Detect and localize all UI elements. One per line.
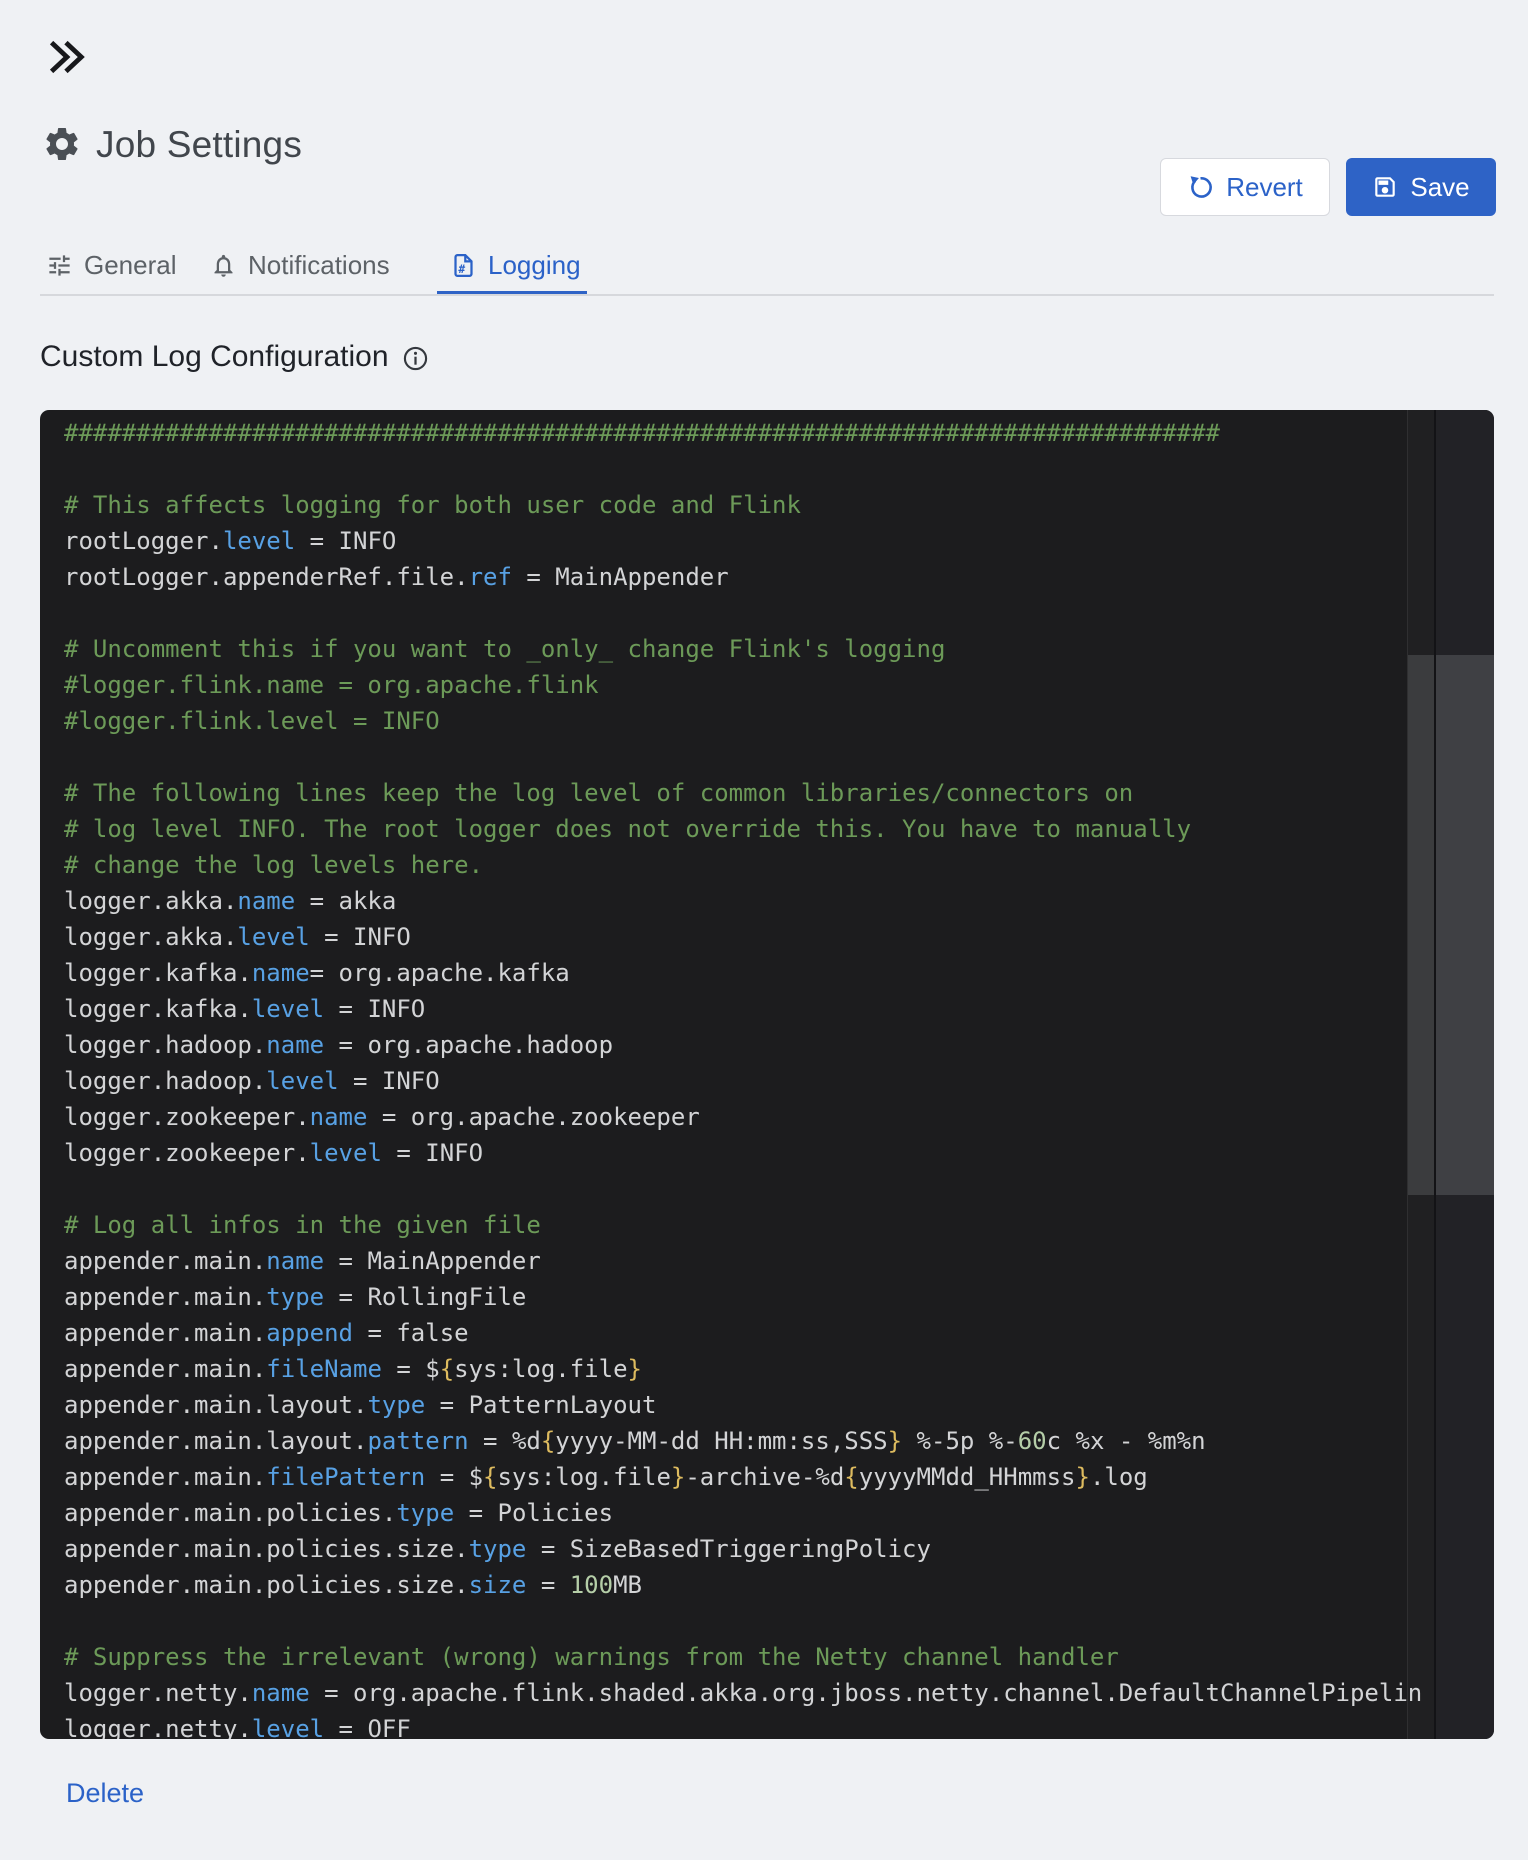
editor-inner-scrollbar[interactable] (1407, 410, 1435, 1739)
code-line: logger.zookeeper.level = INFO (64, 1135, 1422, 1171)
code-line: rootLogger.level = INFO (64, 523, 1422, 559)
code-line: rootLogger.appenderRef.file.ref = MainAp… (64, 559, 1422, 595)
svg-text:#: # (458, 262, 465, 275)
code-line: # This affects logging for both user cod… (64, 487, 1422, 523)
code-line: # change the log levels here. (64, 847, 1422, 883)
code-line: appender.main.layout.pattern = %d{yyyy-M… (64, 1423, 1422, 1459)
undo-icon (1187, 174, 1214, 201)
code-line (64, 739, 1422, 775)
code-lines: ########################################… (64, 415, 1422, 1739)
code-line: ########################################… (64, 415, 1422, 451)
job-settings-page: Job Settings Revert Save General Notific… (0, 0, 1528, 1860)
floppy-disk-icon (1372, 174, 1398, 200)
code-line: appender.main.policies.size.size = 100MB (64, 1567, 1422, 1603)
code-line: #logger.flink.level = INFO (64, 703, 1422, 739)
bell-icon (210, 252, 237, 279)
tab-notifications-label: Notifications (248, 250, 390, 281)
revert-label: Revert (1226, 172, 1303, 203)
code-line: appender.main.fileName = ${sys:log.file} (64, 1351, 1422, 1387)
code-line: appender.main.policies.size.type = SizeB… (64, 1531, 1422, 1567)
tune-sliders-icon (46, 252, 73, 279)
page-title: Job Settings (96, 124, 302, 166)
code-line: logger.kafka.name= org.apache.kafka (64, 955, 1422, 991)
tab-notifications[interactable]: Notifications (210, 248, 390, 282)
double-chevron-right-icon[interactable] (42, 34, 88, 80)
code-line: logger.akka.level = INFO (64, 919, 1422, 955)
code-line: appender.main.filePattern = ${sys:log.fi… (64, 1459, 1422, 1495)
delete-link[interactable]: Delete (66, 1778, 144, 1809)
scrollbar-thumb[interactable] (1436, 655, 1494, 1195)
log-config-editor[interactable]: ########################################… (40, 410, 1494, 1739)
code-line: #logger.flink.name = org.apache.flink (64, 667, 1422, 703)
code-line: # Uncomment this if you want to _only_ c… (64, 631, 1422, 667)
code-line: logger.kafka.level = INFO (64, 991, 1422, 1027)
save-button[interactable]: Save (1346, 158, 1496, 216)
tab-logging[interactable]: # Logging (450, 248, 581, 282)
scrollbar-thumb[interactable] (1408, 655, 1435, 1195)
code-line: logger.hadoop.level = INFO (64, 1063, 1422, 1099)
code-line: appender.main.policies.type = Policies (64, 1495, 1422, 1531)
tab-logging-label: Logging (488, 250, 581, 281)
code-line: appender.main.layout.type = PatternLayou… (64, 1387, 1422, 1423)
code-line (64, 1171, 1422, 1207)
code-line: appender.main.type = RollingFile (64, 1279, 1422, 1315)
editor-outer-scrollbar[interactable] (1434, 410, 1494, 1739)
code-line: # Log all infos in the given file (64, 1207, 1422, 1243)
code-line: logger.netty.name = org.apache.flink.sha… (64, 1675, 1422, 1711)
code-line: # The following lines keep the log level… (64, 775, 1422, 811)
code-line: logger.hadoop.name = org.apache.hadoop (64, 1027, 1422, 1063)
save-label: Save (1410, 172, 1469, 203)
code-line: appender.main.append = false (64, 1315, 1422, 1351)
code-line (64, 451, 1422, 487)
gear-icon (42, 124, 82, 164)
tab-general[interactable]: General (46, 248, 177, 282)
code-line: # log level INFO. The root logger does n… (64, 811, 1422, 847)
section-heading: Custom Log Configuration (40, 340, 389, 374)
file-hash-icon: # (450, 252, 477, 279)
code-line: logger.netty.level = OFF (64, 1711, 1422, 1739)
code-line: # Suppress the irrelevant (wrong) warnin… (64, 1639, 1422, 1675)
code-line: logger.zookeeper.name = org.apache.zooke… (64, 1099, 1422, 1135)
code-line: logger.akka.name = akka (64, 883, 1422, 919)
code-line: appender.main.name = MainAppender (64, 1243, 1422, 1279)
info-icon[interactable] (402, 345, 429, 372)
code-line (64, 1603, 1422, 1639)
tab-general-label: General (84, 250, 177, 281)
section-heading-row: Custom Log Configuration (40, 340, 429, 374)
revert-button[interactable]: Revert (1160, 158, 1330, 216)
code-line (64, 595, 1422, 631)
tabs-divider (40, 294, 1494, 296)
